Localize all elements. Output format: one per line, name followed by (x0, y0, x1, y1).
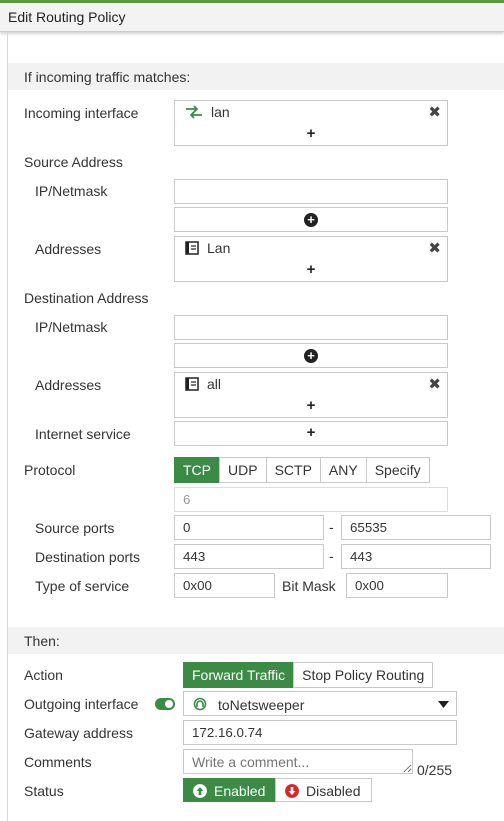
remove-icon[interactable]: ✖ (428, 375, 441, 393)
source-port-from-input[interactable] (174, 515, 324, 540)
protocol-option-sctp[interactable]: SCTP (265, 457, 321, 483)
destination-ip-add-row[interactable]: + (174, 343, 448, 368)
comments-textarea[interactable] (183, 749, 413, 774)
destination-port-to-input[interactable] (341, 544, 491, 569)
protocol-label: Protocol (24, 462, 76, 478)
add-address-icon[interactable]: + (175, 397, 447, 414)
destination-addresses-label: Addresses (35, 377, 102, 393)
source-addresses-label: Addresses (35, 241, 102, 257)
source-ip-input[interactable] (174, 179, 448, 204)
dialog-titlebar: Edit Routing Policy (0, 3, 504, 32)
destination-address-entry[interactable]: all (185, 376, 221, 392)
incoming-interface-entry[interactable]: lan (185, 104, 230, 120)
outgoing-interface-label: Outgoing interface (24, 696, 139, 712)
gateway-input[interactable] (183, 720, 457, 745)
source-port-to-input[interactable] (341, 515, 491, 540)
incoming-interface-label: Incoming interface (24, 105, 139, 121)
comments-label: Comments (24, 754, 92, 770)
status-enabled-button[interactable]: Enabled (183, 778, 276, 802)
tos-input[interactable] (174, 573, 275, 598)
source-address-value: Lan (207, 240, 231, 256)
arrow-up-circle-icon (193, 784, 207, 798)
protocol-option-specify[interactable]: Specify (365, 457, 430, 483)
match-section-title: If incoming traffic matches: (24, 69, 191, 85)
protocol-option-udp[interactable]: UDP (219, 457, 267, 483)
destination-addresses-field[interactable]: all ✖ + (174, 372, 448, 418)
destination-port-from-input[interactable] (174, 544, 324, 569)
status-enabled-label: Enabled (214, 783, 266, 799)
remove-icon[interactable]: ✖ (428, 239, 441, 257)
swap-arrows-icon (186, 105, 202, 119)
source-addresses-field[interactable]: Lan ✖ + (174, 236, 448, 282)
internet-service-label: Internet service (35, 426, 131, 442)
add-interface-icon[interactable]: + (175, 125, 447, 142)
protocol-option-any[interactable]: ANY (319, 457, 367, 483)
action-stop-policy-routing-button[interactable]: Stop Policy Routing (293, 662, 434, 688)
address-book-icon (185, 377, 199, 391)
protocol-selector: TCP UDP SCTP ANY Specify (174, 457, 430, 483)
bit-mask-label: Bit Mask (282, 578, 336, 594)
tunnel-icon (193, 697, 207, 711)
remove-icon[interactable]: ✖ (428, 103, 441, 121)
port-range-separator: - (329, 548, 334, 564)
status-disabled-button[interactable]: Disabled (275, 778, 372, 802)
then-section-title: Then: (24, 633, 60, 649)
chevron-down-icon (438, 701, 449, 708)
outgoing-interface-value: toNetsweeper (218, 697, 305, 713)
source-ip-label: IP/Netmask (35, 183, 108, 199)
source-ip-add-row[interactable]: + (174, 207, 448, 232)
destination-address-label: Destination Address (24, 290, 149, 306)
internet-service-field[interactable]: + (174, 421, 448, 446)
source-ports-label: Source ports (35, 520, 115, 536)
match-section-header: If incoming traffic matches: (8, 63, 504, 90)
destination-address-value: all (207, 376, 222, 392)
action-forward-traffic-button[interactable]: Forward Traffic (183, 662, 295, 688)
comments-counter: 0/255 (417, 762, 453, 778)
destination-ip-input[interactable] (174, 315, 448, 340)
source-address-label: Source Address (24, 154, 123, 170)
left-border (7, 32, 8, 821)
destination-ip-label: IP/Netmask (35, 319, 108, 335)
arrow-down-circle-icon (285, 784, 299, 798)
action-selector: Forward Traffic Stop Policy Routing (183, 662, 434, 688)
destination-ports-label: Destination ports (35, 549, 141, 565)
incoming-interface-field[interactable]: lan ✖ + (174, 100, 448, 146)
then-section-header: Then: (8, 627, 504, 654)
add-circle-icon[interactable]: + (304, 213, 318, 227)
status-disabled-label: Disabled (306, 783, 361, 799)
gateway-label: Gateway address (24, 725, 133, 741)
add-circle-icon[interactable]: + (304, 349, 318, 363)
dialog-title: Edit Routing Policy (8, 9, 126, 25)
address-book-icon (185, 241, 199, 255)
bit-mask-input[interactable] (346, 573, 448, 598)
port-range-separator: - (329, 519, 334, 535)
add-address-icon[interactable]: + (175, 261, 447, 278)
protocol-option-tcp[interactable]: TCP (174, 457, 220, 483)
protocol-number-input (174, 487, 448, 512)
action-label: Action (24, 667, 63, 683)
outgoing-interface-toggle[interactable] (155, 698, 175, 710)
outgoing-interface-select[interactable]: toNetsweeper (183, 691, 457, 716)
add-service-icon[interactable]: + (175, 424, 447, 441)
source-address-entry[interactable]: Lan (185, 240, 230, 256)
status-label: Status (24, 783, 64, 799)
tos-label: Type of service (35, 578, 130, 594)
incoming-interface-value: lan (211, 104, 230, 120)
